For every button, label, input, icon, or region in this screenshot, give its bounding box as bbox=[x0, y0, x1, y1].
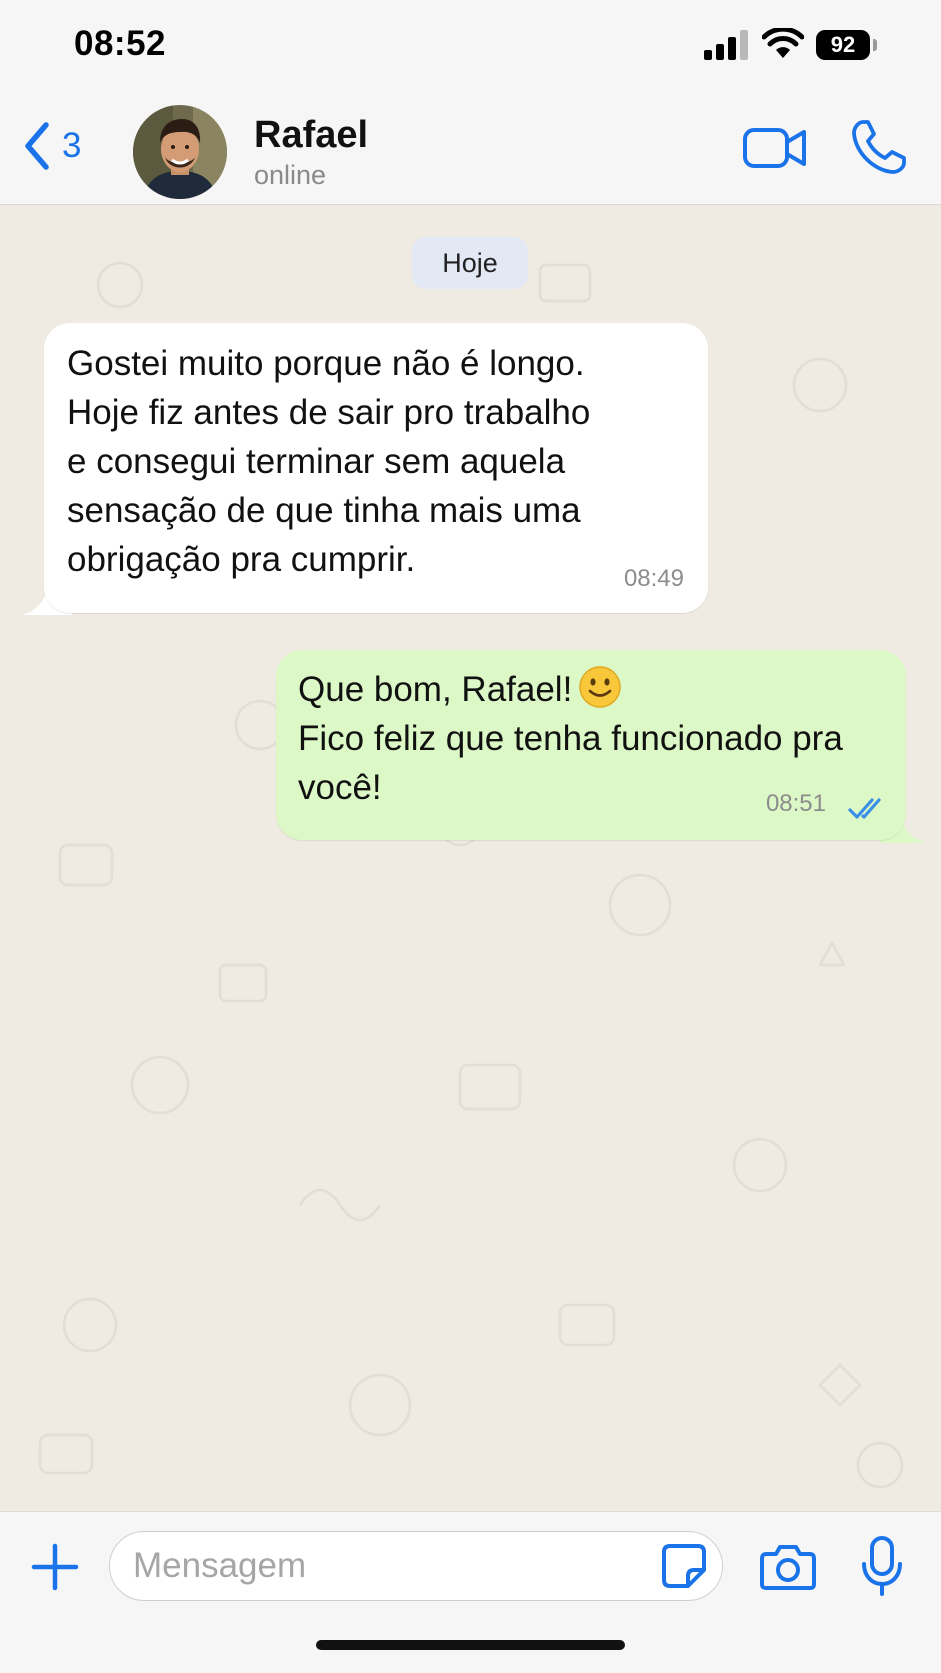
message-text-line1: Que bom, Rafael! bbox=[298, 670, 573, 709]
avatar[interactable] bbox=[133, 105, 227, 199]
date-chip: Hoje bbox=[412, 237, 528, 289]
message-time: 08:51 bbox=[765, 790, 826, 817]
cellular-signal-icon bbox=[704, 30, 748, 60]
message-bubble-outgoing[interactable]: Que bom, Rafael! Fico feliz que tenha fu… bbox=[276, 650, 906, 840]
message-text: Gostei muito porque não é longo. Hoje fi… bbox=[67, 344, 591, 579]
double-check-icon bbox=[848, 798, 881, 819]
message-bubble-incoming[interactable]: Gostei muito porque não é longo. Hoje fi… bbox=[44, 323, 708, 613]
microphone-icon[interactable] bbox=[858, 1534, 906, 1598]
message-input[interactable] bbox=[109, 1531, 723, 1601]
message-text-rest: Fico feliz que tenha funcionado pra você… bbox=[298, 719, 843, 807]
battery-level: 92 bbox=[816, 30, 870, 60]
contact-name[interactable]: Rafael bbox=[254, 114, 368, 157]
chat-area[interactable]: Hoje Gostei muito porque não é longo. Ho… bbox=[0, 205, 941, 1511]
avatar-image bbox=[133, 105, 227, 199]
chat-header: 3 Rafael online bbox=[0, 92, 941, 205]
battery-icon: 92 bbox=[816, 28, 880, 62]
slightly-smiling-face-icon bbox=[579, 666, 622, 708]
unread-count: 3 bbox=[62, 126, 82, 165]
camera-icon[interactable] bbox=[760, 1542, 816, 1592]
wifi-icon bbox=[762, 28, 804, 58]
message-time: 08:49 bbox=[623, 565, 684, 592]
home-indicator bbox=[316, 1640, 625, 1650]
video-call-icon[interactable] bbox=[742, 122, 808, 174]
back-button[interactable]: 3 bbox=[22, 116, 81, 176]
contact-status: online bbox=[254, 160, 327, 190]
composer-bar bbox=[0, 1511, 941, 1673]
status-bar: 08:52 92 bbox=[0, 0, 941, 92]
status-time: 08:52 bbox=[74, 24, 167, 63]
plus-icon[interactable] bbox=[30, 1542, 80, 1592]
phone-icon[interactable] bbox=[850, 118, 908, 176]
chevron-left-icon bbox=[25, 122, 49, 170]
sticker-icon[interactable] bbox=[660, 1542, 708, 1590]
